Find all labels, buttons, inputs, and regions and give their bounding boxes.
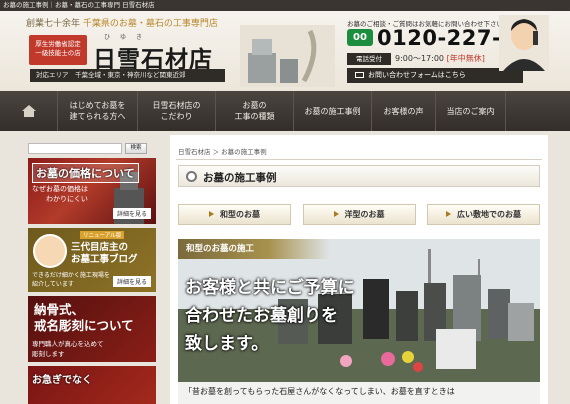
- search-button[interactable]: 検索: [125, 143, 147, 154]
- renewal-badge: リニューアル版: [80, 231, 125, 239]
- banner-price[interactable]: お墓の価格について なぜお墓の価格は わかりにくい 詳細を見る: [28, 158, 156, 224]
- sidebar: 検索 お墓の価格について なぜお墓の価格は わかりにくい 詳細を見る リニューア…: [28, 143, 156, 404]
- main-content: 日雪石材店 ＞ お墓の施工事例 お墓の施工事例 和型のお墓 洋型のお墓 広い敷地…: [170, 135, 548, 404]
- tab-japanese-style[interactable]: 和型のお墓: [178, 204, 291, 225]
- banner-blog-title-1: 三代目店主の: [71, 242, 129, 253]
- category-tabs: 和型のお墓 洋型のお墓 広い敷地でのお墓: [178, 204, 540, 225]
- tab-label: 和型のお墓: [220, 210, 260, 219]
- banner-blog-title-2: お墓工事ブログ: [71, 254, 138, 265]
- banner-urgent[interactable]: お急ぎでなく: [28, 366, 156, 404]
- page-title-box: お墓の施工事例: [178, 165, 540, 187]
- hours-label: 電話受付: [347, 53, 391, 65]
- banner-engraving-sub2: 彫刻します: [32, 350, 65, 358]
- banner-price-sub2: わかりにくい: [46, 195, 88, 203]
- nav-item-customer-voice[interactable]: お客様の声: [372, 91, 436, 131]
- owner-avatar: [33, 234, 67, 268]
- page-title: お墓の施工事例: [203, 172, 277, 184]
- nav-item-store-info[interactable]: 当店のご案内: [436, 91, 506, 131]
- tagline-prefix: 創業七十余年: [26, 19, 81, 29]
- circle-icon: [186, 171, 197, 182]
- hero-line-3: 致します。: [185, 334, 269, 354]
- banner-blog[interactable]: リニューアル版 三代目店主の お墓工事ブログ できるだけ細かく施工現場を 紹介し…: [28, 228, 156, 292]
- nav-item-first-time[interactable]: はじめてお墓を 建てられる方へ: [58, 91, 138, 131]
- service-area: 対応エリア 千葉全域・東京・神奈川など関東近郊: [30, 69, 225, 82]
- banner-engraving-title: 納骨式、 戒名彫刻について: [34, 302, 134, 334]
- contact-button-label: お問い合わせフォームはこちら: [368, 71, 466, 79]
- hours-note: [年中無休]: [446, 54, 485, 63]
- cert-line-1: 厚生労働省認定: [35, 40, 81, 48]
- arrow-right-icon: [209, 211, 214, 217]
- banner-engraving-title-1: 納骨式、: [34, 302, 85, 317]
- hero-banner: 和型のお墓の施工 お客様と共にご予算に 合わせたお墓創りを 致します。 「昔お墓…: [178, 239, 540, 404]
- nav-home[interactable]: [0, 91, 58, 131]
- home-icon: [21, 105, 36, 117]
- main-navigation: はじめてお墓を 建てられる方へ 日雪石材店の こだわり お墓の 工事の種類 お墓…: [0, 91, 570, 131]
- envelope-icon: [355, 72, 364, 78]
- banner-price-more[interactable]: 詳細を見る: [112, 208, 151, 219]
- business-hours: 9:00〜17:00 [年中無休]: [395, 53, 485, 65]
- tab-large-site[interactable]: 広い敷地でのお墓: [427, 204, 540, 225]
- banner-engraving-title-2: 戒名彫刻について: [34, 318, 134, 333]
- hero-line-2: 合わせたお墓創りを: [185, 306, 338, 326]
- certification-badge: 厚生労働省認定 一級技能士の店: [29, 35, 87, 65]
- breadcrumb[interactable]: 日雪石材店 ＞ お墓の施工事例: [178, 146, 267, 156]
- arrow-right-icon: [333, 211, 339, 217]
- divider: [176, 159, 542, 160]
- banner-price-title: お墓の価格について: [32, 163, 139, 183]
- search-input[interactable]: [28, 143, 122, 154]
- hero-line-1: お客様と共にご予算に: [185, 278, 355, 298]
- banner-engraving[interactable]: 納骨式、 戒名彫刻について 専門職人が真心を込めて 彫刻します: [28, 296, 156, 362]
- search-row: 検索: [28, 143, 156, 154]
- tagline-main: 千葉県のお墓・墓石の工事専門店: [82, 19, 218, 29]
- banner-urgent-title: お急ぎでなく: [32, 375, 92, 386]
- tombstone-illustration: [240, 25, 335, 87]
- cert-line-2: 一級技能士の店: [35, 49, 81, 57]
- staff-photo: [499, 15, 549, 71]
- tagline: 創業七十余年 千葉県のお墓・墓石の工事専門店: [26, 16, 218, 29]
- hero-quote: 「昔お墓を創ってもらった石屋さんがなくなってしまい、お墓を直すときは: [178, 382, 540, 404]
- banner-engraving-sub1: 専門職人が真心を込めて: [32, 340, 104, 348]
- arrow-right-icon: [446, 211, 451, 217]
- tab-label: 広い敷地でのお墓: [457, 210, 521, 219]
- banner-blog-sub2: 紹介しています: [32, 281, 74, 288]
- contact-form-button[interactable]: お問い合わせフォームはこちら: [347, 68, 523, 83]
- freedial-icon: 00: [347, 29, 373, 46]
- nav-item-case-studies[interactable]: お墓の施工事例: [294, 91, 372, 131]
- tab-label: 洋型のお墓: [344, 210, 385, 219]
- banner-blog-sub: できるだけ細かく施工現場を: [32, 272, 110, 279]
- top-banner-text: お墓の施工事例｜お墓・墓石の工事専門 日雪石材店: [0, 0, 570, 11]
- banner-price-sub1: なぜお墓の価格は: [32, 185, 88, 193]
- tab-western-style[interactable]: 洋型のお墓: [302, 204, 416, 225]
- banner-blog-title: 三代目店主の お墓工事ブログ: [71, 242, 138, 266]
- nav-item-commitment[interactable]: 日雪石材店の こだわり: [138, 91, 216, 131]
- site-header: 創業七十余年 千葉県のお墓・墓石の工事専門店 厚生労働省認定 一級技能士の店 ひ…: [0, 11, 570, 91]
- hours-value: 9:00〜17:00: [395, 54, 445, 63]
- hero-label: 和型のお墓の施工: [178, 239, 330, 259]
- nav-item-work-types[interactable]: お墓の 工事の種類: [216, 91, 294, 131]
- banner-blog-more[interactable]: 詳細を見る: [112, 276, 151, 287]
